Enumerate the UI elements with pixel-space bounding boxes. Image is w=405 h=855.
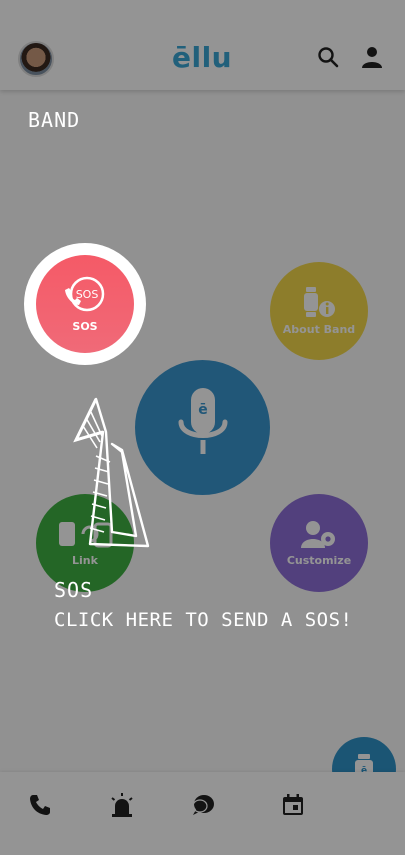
tooltip-title: SOS xyxy=(54,578,94,602)
sos-label: SOS xyxy=(72,319,98,333)
sos-button[interactable]: SOS SOS xyxy=(36,255,134,353)
sos-icon-text: SOS xyxy=(76,288,99,301)
tooltip-body: CLICK HERE TO SEND A SOS! xyxy=(54,609,353,631)
sos-phone-icon: SOS xyxy=(65,276,105,311)
hand-drawn-arrow-icon xyxy=(73,397,150,548)
app-screen: ēllu About Band ē Link Customize ē BAND … xyxy=(0,0,405,855)
section-title: BAND xyxy=(28,108,81,132)
